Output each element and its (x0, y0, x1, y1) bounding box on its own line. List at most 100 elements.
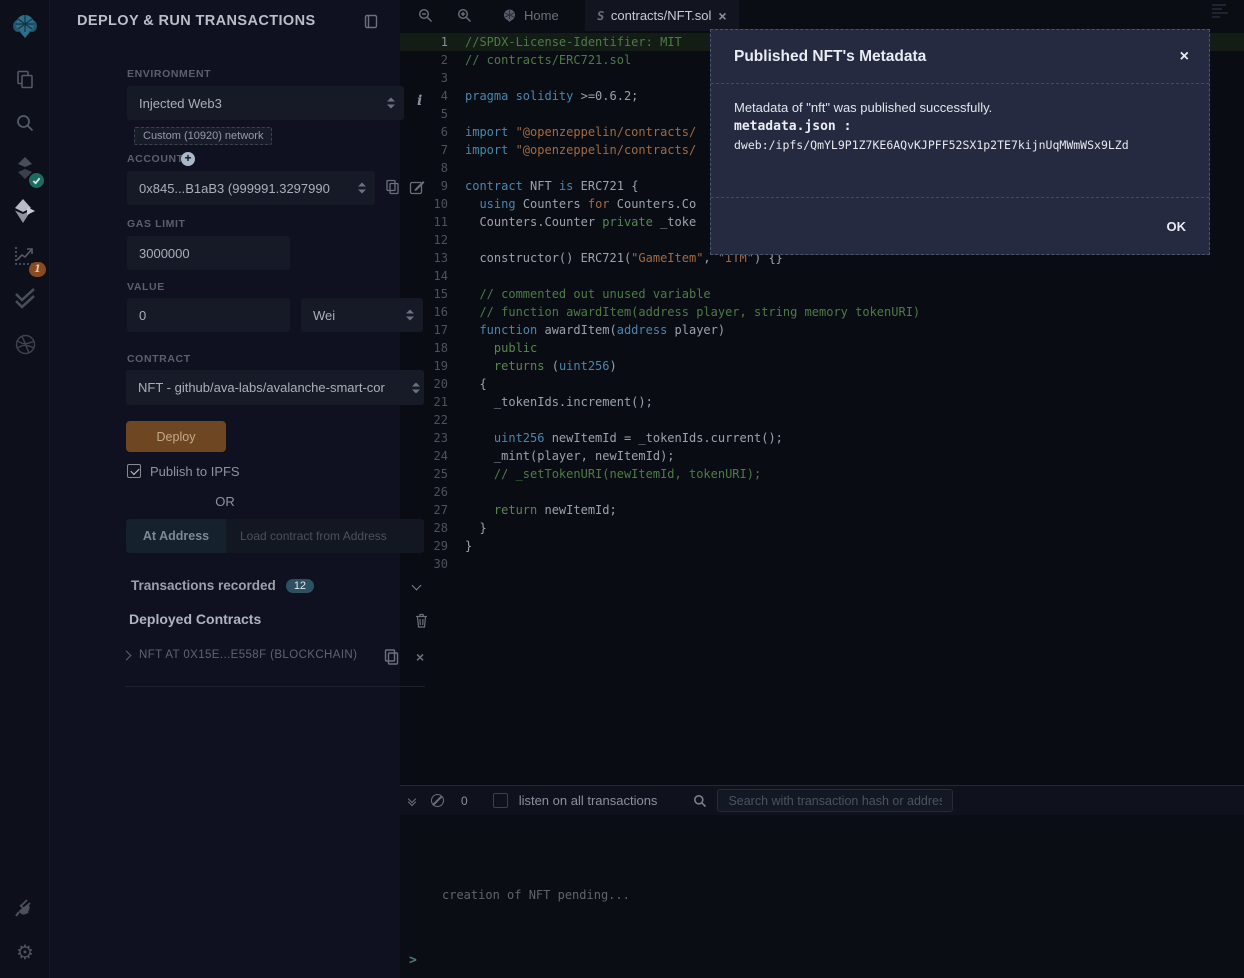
line-number: 2 (400, 51, 465, 69)
copy-account-icon[interactable] (385, 179, 400, 195)
zoom-out-icon[interactable] (412, 4, 439, 27)
static-analysis-icon[interactable]: 1 (0, 241, 50, 269)
code-line[interactable]: 14 (400, 267, 1244, 285)
line-number: 12 (400, 231, 465, 249)
divider (125, 686, 425, 687)
terminal-search-input[interactable] (717, 789, 953, 812)
plugin-swirl-icon[interactable] (0, 331, 50, 357)
solidity-compiler-icon[interactable] (0, 154, 50, 182)
value-input[interactable] (127, 298, 290, 332)
code-line[interactable]: 17 function awardItem(address player) (400, 321, 1244, 339)
line-number: 13 (400, 249, 465, 267)
copy-contract-icon[interactable] (383, 648, 400, 666)
expand-terminal-icon[interactable] (409, 796, 415, 805)
code-line[interactable]: 30 (400, 555, 1244, 573)
code-line[interactable]: 15 // commented out unused variable (400, 285, 1244, 303)
settings-gear-icon[interactable]: ⚙ (0, 939, 50, 965)
transactions-recorded-row[interactable]: Transactions recorded 12 (131, 578, 314, 593)
transactions-recorded-label: Transactions recorded (131, 578, 276, 593)
edit-account-icon[interactable] (409, 180, 425, 195)
gas-limit-input[interactable] (127, 236, 290, 270)
or-divider: OR (50, 494, 400, 509)
activity-bar: 1 ⚙ (0, 0, 50, 978)
plugin-manager-icon[interactable] (0, 895, 50, 921)
panel-title: DEPLOY & RUN TRANSACTIONS (77, 13, 316, 29)
line-number: 3 (400, 69, 465, 87)
analysis-count-badge: 1 (29, 262, 46, 277)
tab-home[interactable]: Home (490, 0, 571, 31)
network-badge: Custom (10920) network (134, 127, 272, 145)
clear-deployed-trash-icon[interactable] (415, 613, 428, 628)
select-arrows-icon (387, 98, 395, 109)
modal-message: Metadata of "nft" was published successf… (734, 100, 1186, 115)
deployed-contract-item[interactable]: NFT AT 0X15E...E558F (BLOCKCHAIN) (123, 649, 357, 661)
remix-home-icon (502, 8, 517, 23)
tab-nft-sol[interactable]: S contracts/NFT.sol × (585, 0, 739, 31)
modal-footer: OK (711, 198, 1209, 254)
terminal: 0 listen on all transactions creation of… (400, 785, 1244, 978)
code-line[interactable]: 22 (400, 411, 1244, 429)
unit-testing-icon[interactable] (0, 286, 50, 312)
solidity-file-icon: S (596, 9, 605, 23)
remove-contract-icon[interactable]: × (416, 650, 424, 664)
line-number: 6 (400, 123, 465, 141)
code-line[interactable]: 16 // function awardItem(address player,… (400, 303, 1244, 321)
clear-console-icon[interactable] (431, 794, 444, 807)
terminal-search-icon (693, 794, 707, 808)
terminal-prompt[interactable]: > (409, 953, 417, 968)
modal-file-label: metadata.json : (734, 119, 1186, 134)
line-number: 26 (400, 483, 465, 501)
minimap (1212, 4, 1230, 20)
account-select[interactable]: 0x845...B1aB3 (999991.3297990 (127, 171, 375, 205)
code-line[interactable]: 23 uint256 newItemId = _tokenIds.current… (400, 429, 1244, 447)
environment-info-icon[interactable]: i (417, 93, 422, 109)
code-line[interactable]: 19 returns (uint256) (400, 357, 1244, 375)
published-metadata-modal: Published NFT's Metadata × Metadata of "… (710, 29, 1210, 255)
line-number: 1 (400, 33, 465, 51)
value-unit: Wei (313, 308, 335, 323)
deploy-button[interactable]: Deploy (126, 421, 226, 452)
add-account-icon[interactable]: + (181, 152, 195, 166)
line-number: 25 (400, 465, 465, 483)
deploy-run-icon[interactable] (0, 197, 50, 225)
modal-title: Published NFT's Metadata (734, 48, 1180, 66)
chevron-right-icon (122, 650, 132, 660)
listen-transactions-label: listen on all transactions (519, 793, 658, 808)
line-number: 5 (400, 105, 465, 123)
line-number: 14 (400, 267, 465, 285)
publish-ipfs-label: Publish to IPFS (150, 464, 240, 479)
code-line[interactable]: 29} (400, 537, 1244, 555)
code-line[interactable]: 26 (400, 483, 1244, 501)
line-number: 24 (400, 447, 465, 465)
modal-close-icon[interactable]: × (1180, 49, 1189, 65)
pending-tx-count: 0 (461, 794, 468, 808)
documentation-book-icon[interactable] (364, 14, 378, 29)
environment-select[interactable]: Injected Web3 (127, 86, 404, 120)
at-address-input[interactable] (226, 519, 424, 553)
editor-tabbar: Home S contracts/NFT.sol × (400, 0, 1244, 31)
terminal-log: creation of NFT pending... (442, 888, 630, 902)
close-tab-icon[interactable]: × (718, 9, 726, 23)
at-address-button[interactable]: At Address (126, 519, 226, 553)
tab-nft-sol-label: contracts/NFT.sol (611, 8, 711, 23)
value-unit-select[interactable]: Wei (301, 298, 423, 332)
file-explorer-icon[interactable] (0, 66, 50, 92)
account-value: 0x845...B1aB3 (999991.3297990 (139, 181, 330, 196)
listen-transactions-checkbox[interactable] (493, 793, 508, 808)
code-line[interactable]: 24 _mint(player, newItemId); (400, 447, 1244, 465)
publish-ipfs-checkbox[interactable] (127, 464, 141, 478)
line-number: 30 (400, 555, 465, 573)
line-number: 22 (400, 411, 465, 429)
environment-label: ENVIRONMENT (127, 68, 211, 80)
code-line[interactable]: 27 return newItemId; (400, 501, 1244, 519)
modal-ipfs-url: dweb:/ipfs/QmYL9P1Z7KE6AQvKJPFF52SX1p2TE… (734, 138, 1186, 152)
code-line[interactable]: 28 } (400, 519, 1244, 537)
code-line[interactable]: 20 { (400, 375, 1244, 393)
zoom-in-icon[interactable] (451, 4, 478, 27)
search-icon[interactable] (0, 110, 50, 136)
code-line[interactable]: 25 // _setTokenURI(newItemId, tokenURI); (400, 465, 1244, 483)
contract-select[interactable]: NFT - github/ava-labs/avalanche-smart-co… (126, 370, 424, 405)
code-line[interactable]: 18 public (400, 339, 1244, 357)
code-line[interactable]: 21 _tokenIds.increment(); (400, 393, 1244, 411)
modal-ok-button[interactable]: OK (1167, 219, 1187, 234)
